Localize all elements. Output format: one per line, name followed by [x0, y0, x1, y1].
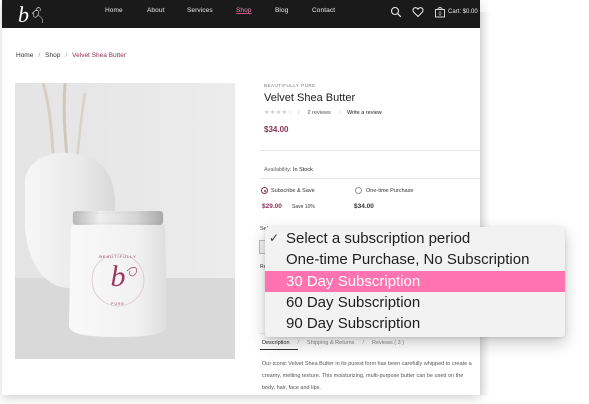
save-badge: Save 10% — [292, 204, 315, 210]
onetime-price: $34.00 — [354, 203, 374, 210]
subscribe-radio[interactable] — [261, 187, 268, 194]
rating-stars[interactable]: ★★★★☆ — [264, 109, 293, 116]
breadcrumb-current: Velvet Shea Butter — [72, 52, 126, 59]
stock-status: In Stock — [292, 167, 313, 173]
heart-icon[interactable] — [412, 6, 424, 18]
onetime-radio[interactable] — [355, 187, 362, 194]
site-logo[interactable]: b — [12, 2, 78, 26]
checkmark-icon: ✓ — [269, 231, 280, 245]
nav-about[interactable]: About — [147, 7, 165, 14]
page-shadow — [480, 12, 490, 395]
product-description: Our iconic Velvet Shea Butter in its pur… — [262, 361, 472, 392]
tab-description[interactable]: Description — [262, 340, 290, 346]
top-nav: b Home About Services Shop Blog Contact … — [2, 0, 480, 28]
svg-text:b: b — [111, 260, 126, 293]
breadcrumb-home[interactable]: Home — [16, 52, 33, 59]
cart-icon[interactable]: 0 — [434, 6, 446, 18]
svg-text:b: b — [18, 2, 29, 26]
jar-brand-text: BEAUTIFULLY — [99, 254, 137, 259]
tab-reviews[interactable]: Reviews ( 3 ) — [372, 340, 404, 346]
product-brand: BEAUTIFULLY PURE — [264, 83, 316, 88]
subscription-dropdown: ✓ Select a subscription period One-time … — [265, 227, 565, 337]
svg-text:0: 0 — [439, 12, 442, 18]
product-price: $34.00 — [264, 125, 289, 134]
nav-home[interactable]: Home — [105, 7, 123, 14]
product-tabs: Description / Shipping & Returns / Reviews (… — [262, 340, 405, 346]
jar-sub-text: PURE — [111, 302, 125, 306]
dropdown-option-30-day[interactable]: 30 Day Subscription — [265, 271, 565, 292]
write-review-link[interactable]: Write a review — [347, 110, 382, 116]
nav-contact[interactable]: Contact — [312, 7, 335, 14]
search-icon[interactable] — [390, 6, 402, 18]
product-image[interactable]: b BEAUTIFULLY PURE — [15, 83, 235, 359]
breadcrumb-shop[interactable]: Shop — [45, 52, 60, 59]
nav-services[interactable]: Services — [187, 7, 213, 14]
subscribe-label[interactable]: Subscribe & Save — [271, 188, 315, 194]
reviews-link[interactable]: /2 reviews / — [298, 110, 340, 116]
onetime-label[interactable]: One-time Purchase — [366, 188, 413, 194]
nav-shop[interactable]: Shop — [236, 7, 252, 14]
divider — [260, 178, 480, 179]
dropdown-option-90-day[interactable]: 90 Day Subscription — [265, 313, 565, 334]
nav-blog[interactable]: Blog — [275, 7, 288, 14]
product-title: Velvet Shea Butter — [264, 92, 356, 104]
dropdown-option-60-day[interactable]: 60 Day Subscription — [265, 292, 565, 313]
dropdown-option-one-time[interactable]: One-time Purchase, No Subscription — [265, 249, 565, 270]
breadcrumb: Home / Shop / Velvet Shea Butter — [16, 52, 126, 59]
tab-shipping[interactable]: Shipping & Returns — [307, 340, 354, 346]
availability: Availability: In Stock — [264, 167, 313, 173]
cart-total[interactable]: Cart: $0.00 — [448, 9, 478, 15]
divider — [260, 150, 480, 151]
active-tab-indicator — [260, 349, 298, 350]
dropdown-option-select-period[interactable]: ✓ Select a subscription period — [265, 228, 565, 249]
subscribe-price: $29.00 — [262, 203, 282, 210]
